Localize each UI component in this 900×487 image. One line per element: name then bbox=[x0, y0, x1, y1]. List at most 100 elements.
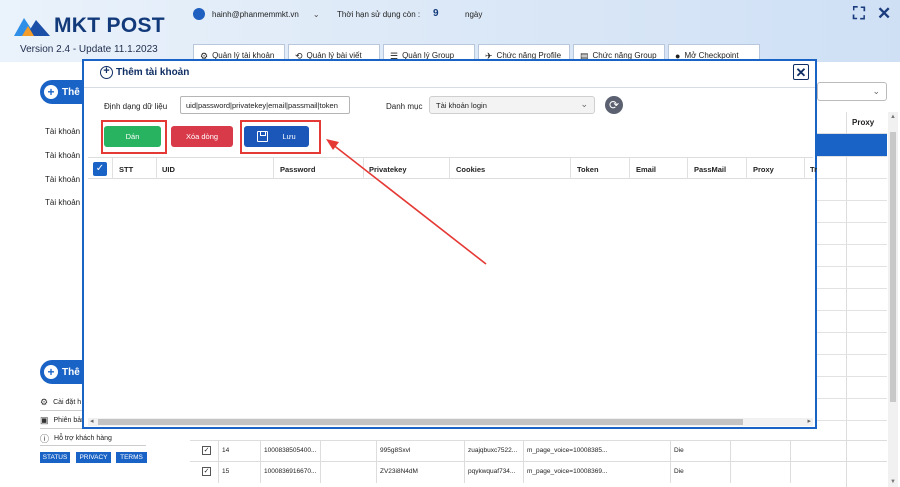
close-icon[interactable]: ✕ bbox=[877, 4, 891, 24]
column-divider bbox=[218, 462, 219, 483]
column-divider bbox=[846, 462, 847, 483]
row-divider bbox=[817, 310, 887, 311]
support-link[interactable]: ⓘ Hỗ trợ khách hàng bbox=[40, 432, 112, 445]
divider bbox=[40, 445, 146, 446]
cell-token: m_page_voice=10008369... bbox=[527, 468, 608, 475]
table-row[interactable]: ✓ 15 1000836916670... ZV23i8N4dM pqykwqu… bbox=[190, 461, 887, 483]
row-divider bbox=[817, 288, 887, 289]
column-divider bbox=[156, 158, 157, 179]
plus-icon: + bbox=[44, 365, 58, 379]
scroll-left-icon[interactable]: ◂ bbox=[90, 417, 94, 425]
row-divider bbox=[817, 244, 887, 245]
main-vertical-scrollbar[interactable]: ▲ ▼ bbox=[888, 112, 898, 487]
column-divider bbox=[260, 441, 261, 462]
row-divider bbox=[817, 332, 887, 333]
column-header: PassMail bbox=[694, 165, 727, 174]
column-divider bbox=[523, 462, 524, 483]
column-divider bbox=[790, 462, 791, 483]
column-header: STT bbox=[119, 165, 134, 174]
row-divider bbox=[817, 156, 887, 157]
terms-button[interactable]: TERMS bbox=[116, 452, 147, 463]
horizontal-scrollbar[interactable]: ◂ ▸ bbox=[88, 418, 813, 426]
column-divider bbox=[273, 158, 274, 179]
row-divider bbox=[817, 398, 887, 399]
add-account-dialog: + Thêm tài khoản ✕ Định dạng dữ liệu uid… bbox=[82, 59, 817, 429]
column-divider bbox=[670, 462, 671, 483]
version-link[interactable]: ▣ Phiên bản bbox=[40, 415, 85, 426]
column-divider bbox=[464, 441, 465, 462]
cell-token: m_page_voice=10008385... bbox=[527, 447, 608, 454]
row-divider bbox=[817, 420, 887, 421]
format-label: Định dạng dữ liệu bbox=[104, 102, 168, 111]
cell-uid: 1000836916670... bbox=[264, 468, 317, 475]
user-email: hainh@phanmemmkt.vn bbox=[212, 9, 299, 19]
column-divider bbox=[363, 158, 364, 179]
status-button[interactable]: STATUS bbox=[40, 452, 70, 463]
row-divider bbox=[817, 354, 887, 355]
add-button-top[interactable]: + Thê bbox=[40, 80, 86, 104]
row-divider bbox=[817, 222, 887, 223]
dialog-close-button[interactable]: ✕ bbox=[793, 64, 809, 80]
cell-privatekey: ZV23i8N4dM bbox=[380, 468, 418, 475]
privacy-button[interactable]: PRIVACY bbox=[76, 452, 111, 463]
sidebar-item[interactable]: Tài khoản bbox=[45, 198, 80, 207]
filter-select[interactable]: ⌄ bbox=[817, 82, 887, 101]
column-divider bbox=[376, 441, 377, 462]
category-label: Danh mục bbox=[386, 102, 423, 111]
row-divider bbox=[817, 200, 887, 201]
scroll-thumb[interactable] bbox=[890, 132, 896, 402]
cell-status: Die bbox=[674, 447, 684, 454]
column-divider bbox=[846, 112, 847, 487]
version-label: Version 2.4 - Update 11.1.2023 bbox=[20, 44, 158, 55]
scroll-thumb[interactable] bbox=[98, 419, 743, 425]
column-header: Tr bbox=[810, 165, 818, 174]
column-divider bbox=[376, 462, 377, 483]
plus-icon: + bbox=[44, 85, 58, 99]
column-divider bbox=[464, 462, 465, 483]
column-divider bbox=[320, 441, 321, 462]
sidebar-item[interactable]: Tài khoản bbox=[45, 127, 80, 136]
column-divider bbox=[804, 158, 805, 179]
save-icon bbox=[257, 131, 269, 142]
scroll-up-icon[interactable]: ▲ bbox=[890, 114, 896, 120]
expiry-label: Thời hạn sử dụng còn : bbox=[337, 10, 421, 19]
select-all-checkbox[interactable]: ✓ bbox=[93, 162, 107, 176]
category-select[interactable]: Tài khoản login ⌄ bbox=[429, 96, 595, 114]
gear-icon: ⚙ bbox=[40, 397, 49, 407]
format-input[interactable]: uid|password|privatekey|email|passmail|t… bbox=[180, 96, 350, 114]
column-header: Privatekey bbox=[369, 165, 407, 174]
save-button[interactable]: Lưu bbox=[244, 126, 309, 147]
refresh-icon: ⟳ bbox=[608, 98, 620, 112]
column-divider bbox=[218, 441, 219, 462]
add-button-bottom[interactable]: + Thê bbox=[40, 360, 86, 384]
row-checkbox[interactable]: ✓ bbox=[202, 446, 211, 455]
sidebar-item[interactable]: Tài khoản bbox=[45, 151, 80, 160]
logo-icon bbox=[12, 14, 52, 38]
fullscreen-icon[interactable]: ⛶ bbox=[853, 4, 865, 24]
delete-row-button[interactable]: Xóa dòng bbox=[171, 126, 233, 147]
selected-row[interactable] bbox=[817, 134, 887, 156]
paste-button[interactable]: Dán bbox=[104, 126, 161, 147]
divider bbox=[84, 87, 815, 88]
plus-circle-icon: + bbox=[100, 66, 113, 79]
app-header: MKT POST Version 2.4 - Update 11.1.2023 … bbox=[0, 0, 900, 62]
column-divider bbox=[320, 462, 321, 483]
cell-privatekey: 995g8Sxvl bbox=[380, 447, 411, 454]
chevron-down-icon[interactable]: ⌄ bbox=[313, 10, 320, 19]
settings-link[interactable]: ⚙ Cài đặt h bbox=[40, 397, 81, 408]
category-value: Tài khoản login bbox=[436, 101, 487, 110]
user-menu[interactable]: hainh@phanmemmkt.vn ⌄ bbox=[193, 8, 320, 20]
column-header: Cookies bbox=[456, 165, 486, 174]
table-row[interactable]: ✓ 14 1000838505400... 995g8Sxvl zuajqbux… bbox=[190, 440, 887, 462]
info-icon: ▣ bbox=[40, 415, 49, 425]
scroll-right-icon[interactable]: ▸ bbox=[807, 417, 811, 425]
scroll-down-icon[interactable]: ▼ bbox=[890, 479, 896, 485]
refresh-button[interactable]: ⟳ bbox=[605, 96, 623, 114]
row-checkbox[interactable]: ✓ bbox=[202, 467, 211, 476]
column-divider bbox=[687, 158, 688, 179]
row-divider bbox=[817, 178, 887, 179]
column-divider bbox=[670, 441, 671, 462]
help-icon: ⓘ bbox=[40, 434, 50, 444]
column-divider bbox=[112, 158, 113, 179]
sidebar-item[interactable]: Tài khoản bbox=[45, 175, 80, 184]
